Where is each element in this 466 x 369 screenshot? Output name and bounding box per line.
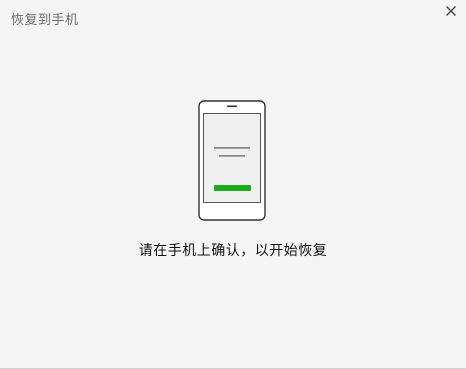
confirm-message: 请在手机上确认，以开始恢复 <box>138 243 328 259</box>
window-title: 恢复到手机 <box>11 13 79 28</box>
screen-confirm-button <box>214 185 251 191</box>
close-button[interactable] <box>442 2 460 20</box>
phone-illustration <box>198 100 266 221</box>
phone-icon <box>198 100 266 221</box>
restore-to-phone-window: 恢复到手机 请在手机上确认，以开始恢复 <box>0 0 466 369</box>
screen-text-line <box>219 155 245 157</box>
screen-text-line <box>214 147 250 149</box>
close-icon <box>446 6 456 16</box>
